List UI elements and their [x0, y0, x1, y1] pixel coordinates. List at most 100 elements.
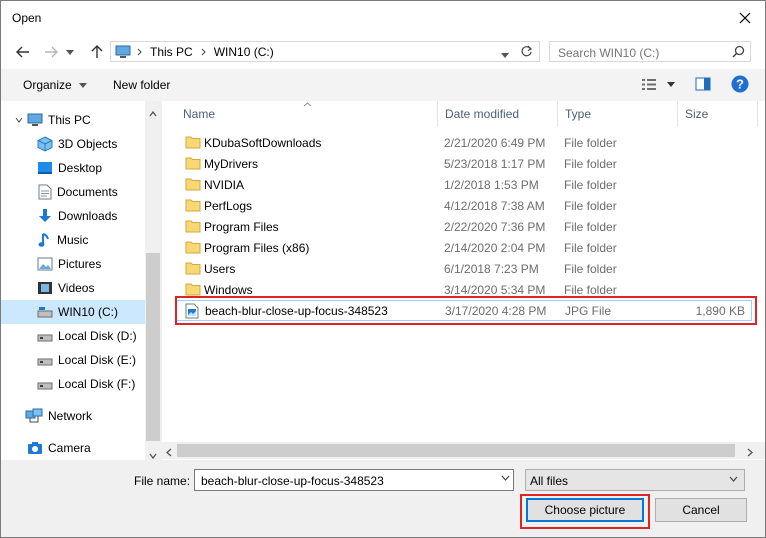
sidebar-item-documents[interactable]: Documents	[1, 180, 145, 204]
filename-input[interactable]	[199, 472, 493, 490]
window-title: Open	[12, 11, 42, 25]
sidebar-item-videos[interactable]: Videos	[1, 276, 145, 300]
drive-icon	[37, 334, 53, 342]
svg-text:?: ?	[736, 77, 744, 92]
cancel-button[interactable]: Cancel	[655, 498, 747, 522]
up-button[interactable]	[87, 42, 107, 62]
chevron-down-icon	[66, 49, 74, 55]
nav-pane-scrollbar[interactable]	[145, 101, 161, 460]
sidebar-item-3d-objects[interactable]: 3D Objects	[1, 132, 145, 156]
column-header-type[interactable]: Type	[558, 101, 678, 127]
chevron-down-icon	[667, 82, 675, 87]
details-view-icon	[642, 79, 656, 90]
drive-icon	[37, 382, 53, 390]
help-button[interactable]: ?	[731, 75, 749, 96]
folder-icon	[185, 136, 201, 149]
sidebar-item-pictures[interactable]: Pictures	[1, 252, 145, 276]
search-icon	[732, 45, 745, 58]
sidebar-item-label: Documents	[57, 185, 118, 199]
file-row[interactable]: NVIDIA 1/2/2018 1:53 PM File folder	[176, 174, 752, 195]
search-box[interactable]	[549, 41, 751, 62]
back-button[interactable]	[13, 42, 33, 62]
new-folder-label: New folder	[113, 78, 171, 92]
scroll-left-button[interactable]	[166, 446, 172, 460]
chevron-down-icon	[78, 82, 87, 88]
sidebar-item-label: Local Disk (E:)	[58, 353, 137, 367]
sidebar-item-local-disk-e[interactable]: Local Disk (E:)	[1, 348, 145, 372]
sidebar-item-label: Local Disk (F:)	[58, 377, 136, 391]
address-bar[interactable]: This PC WIN10 (C:)	[110, 41, 540, 62]
close-button[interactable]	[731, 5, 759, 31]
preview-pane-button[interactable]	[695, 77, 711, 94]
sidebar-item-downloads[interactable]: Downloads	[1, 204, 145, 228]
drive-icon	[37, 358, 53, 366]
file-row[interactable]: MyDrivers 5/23/2018 1:17 PM File folder	[176, 153, 752, 174]
network-icon	[25, 408, 43, 423]
sidebar-item-network[interactable]: Network	[1, 404, 145, 428]
camera-icon	[28, 442, 42, 454]
recent-locations-button[interactable]	[63, 42, 77, 62]
organize-label: Organize	[23, 78, 72, 92]
file-row[interactable]: Program Files 2/22/2020 7:36 PM File fol…	[176, 216, 752, 237]
chevron-down-icon	[15, 117, 23, 123]
computer-icon	[115, 45, 131, 58]
preview-pane-icon	[695, 77, 711, 91]
breadcrumb-this-pc[interactable]: This PC	[150, 45, 193, 59]
folder-icon	[185, 283, 201, 296]
column-header-date[interactable]: Date modified	[438, 101, 558, 127]
sidebar-item-local-disk-d[interactable]: Local Disk (D:)	[1, 324, 145, 348]
sidebar-item-local-disk-f[interactable]: Local Disk (F:)	[1, 372, 145, 396]
organize-button[interactable]: Organize	[23, 78, 87, 92]
file-row[interactable]: Users 6/1/2018 7:23 PM File folder	[176, 258, 752, 279]
search-input[interactable]	[556, 44, 730, 61]
folder-icon	[185, 241, 201, 254]
refresh-icon	[521, 45, 533, 57]
file-row[interactable]: KDubaSoftDownloads 2/21/2020 6:49 PM Fil…	[176, 132, 752, 153]
sidebar-item-this-pc[interactable]: This PC	[1, 108, 145, 132]
refresh-button[interactable]	[520, 45, 533, 61]
folder-icon	[185, 220, 201, 233]
scroll-up-button[interactable]	[149, 106, 157, 120]
folder-icon	[185, 262, 201, 275]
file-row[interactable]: PerfLogs 4/12/2018 7:38 AM File folder	[176, 195, 752, 216]
highlight-box	[520, 494, 650, 529]
sidebar-item-label: Network	[48, 409, 93, 423]
sidebar-item-label: Videos	[58, 281, 95, 295]
file-type-select[interactable]: All files	[525, 469, 745, 491]
address-dropdown-button[interactable]	[501, 47, 509, 61]
folder-icon	[185, 157, 201, 170]
sidebar-item-label: Pictures	[58, 257, 102, 271]
navigation-bar: This PC WIN10 (C:)	[1, 35, 765, 69]
3d-objects-icon	[37, 136, 53, 152]
title-bar: Open	[1, 1, 765, 35]
file-list-horizontal-scrollbar[interactable]	[161, 442, 765, 459]
column-header-name[interactable]: Name	[176, 101, 438, 127]
sidebar-item-desktop[interactable]: Desktop	[1, 156, 145, 180]
column-header-size[interactable]: Size	[678, 101, 758, 127]
sidebar-item-camera[interactable]: Camera	[1, 436, 145, 460]
sidebar-item-win10-c[interactable]: WIN10 (C:)	[1, 300, 145, 324]
sidebar-item-music[interactable]: Music	[1, 228, 145, 252]
arrow-right-icon	[45, 46, 58, 58]
scroll-right-button[interactable]	[747, 446, 753, 460]
scrollbar-thumb[interactable]	[177, 444, 735, 457]
file-row[interactable]: Program Files (x86) 2/14/2020 2:04 PM Fi…	[176, 237, 752, 258]
close-icon	[739, 12, 751, 24]
music-icon	[38, 233, 49, 247]
pictures-icon	[37, 257, 53, 271]
desktop-icon	[38, 162, 52, 174]
computer-icon	[27, 113, 43, 126]
new-folder-button[interactable]: New folder	[113, 78, 170, 92]
chevron-down-icon[interactable]	[501, 475, 510, 481]
chevron-right-icon	[747, 448, 753, 457]
breadcrumb-win10-c[interactable]: WIN10 (C:)	[214, 45, 274, 59]
highlight-box	[175, 296, 757, 325]
sidebar-item-label: WIN10 (C:)	[58, 305, 118, 319]
folder-icon	[185, 178, 201, 191]
filename-combobox[interactable]	[194, 469, 514, 491]
view-options-button[interactable]	[641, 78, 675, 91]
scrollbar-thumb[interactable]	[146, 253, 160, 441]
forward-button[interactable]	[41, 42, 61, 62]
videos-icon	[38, 282, 52, 294]
sidebar-item-label: Desktop	[58, 161, 103, 175]
